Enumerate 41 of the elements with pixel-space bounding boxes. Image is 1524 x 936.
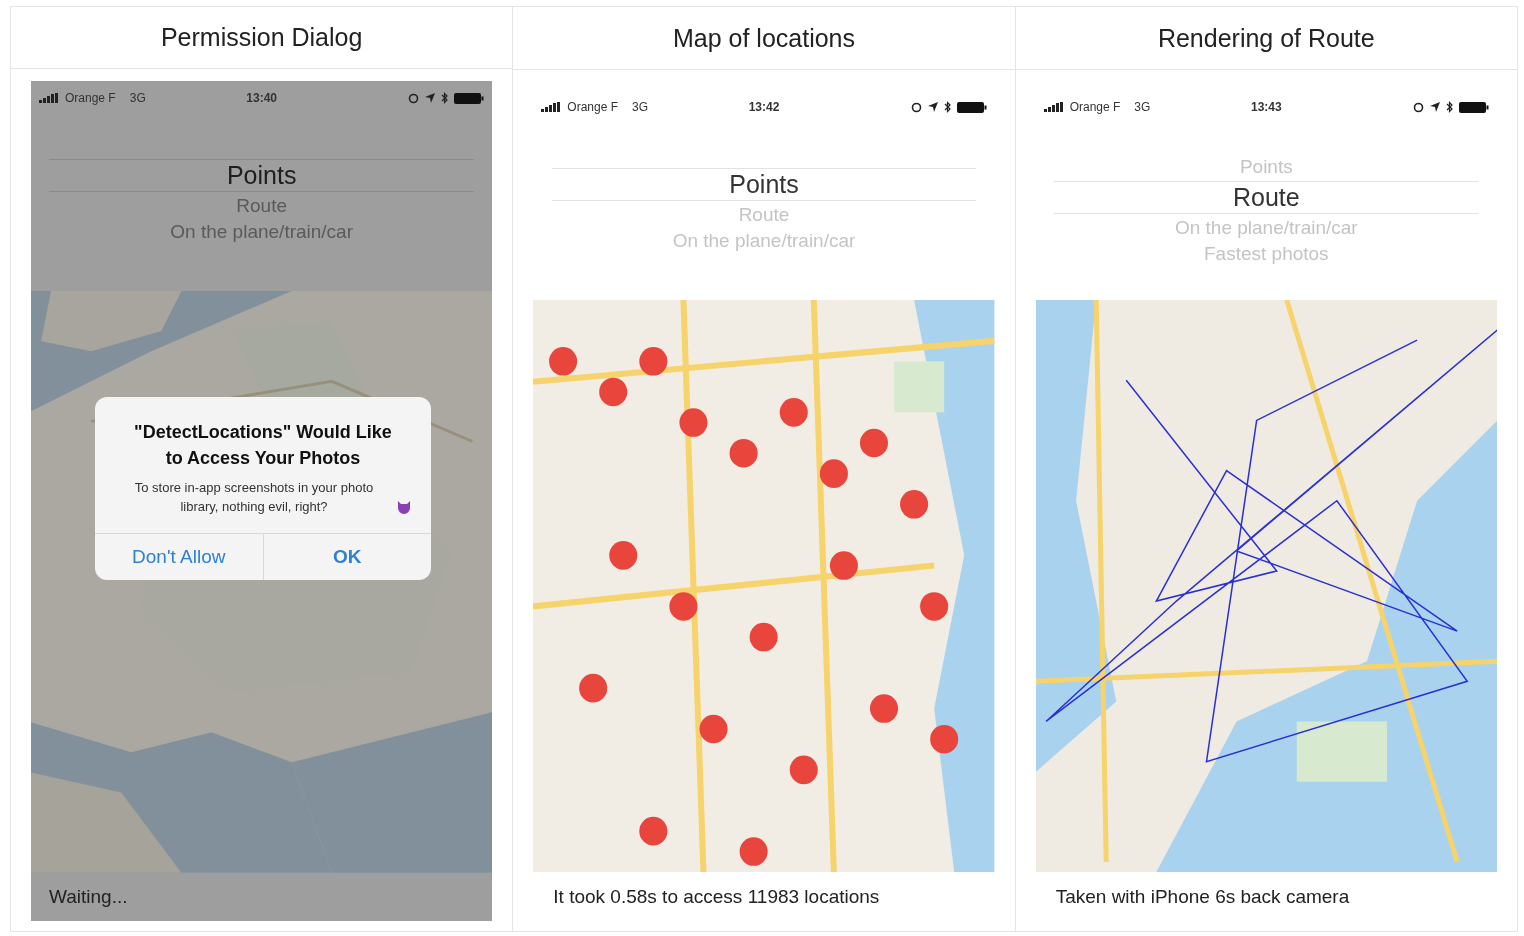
bluetooth-icon xyxy=(943,101,951,113)
network-type: 3G xyxy=(129,91,146,106)
dialog-title: "DetectLocations" Would Like to Access Your Photos xyxy=(133,421,393,471)
carrier-name: Orange F xyxy=(567,100,619,114)
signal-icon xyxy=(541,102,562,112)
picker-item[interactable]: Fastest photos xyxy=(1204,241,1329,266)
carrier-name: Orange F xyxy=(1069,100,1121,114)
devil-icon xyxy=(397,499,411,514)
column-heading: Permission Dialog xyxy=(11,7,513,70)
status-time: 13:40 xyxy=(246,91,277,106)
picker-item[interactable]: Points xyxy=(551,167,977,201)
dialog-message: To store in-app screenshots in your photo library, nothing evil, right? xyxy=(133,478,375,516)
column-heading: Map of locations xyxy=(513,7,1015,70)
signal-icon xyxy=(39,93,59,104)
carrier-name: Orange F xyxy=(65,91,116,106)
location-arrow-icon xyxy=(425,93,436,104)
signal-icon xyxy=(1043,102,1064,112)
battery-icon xyxy=(956,101,987,113)
caption: It took 0.58s to access 11983 locations xyxy=(552,885,881,908)
column-heading: Rendering of Route xyxy=(1015,7,1517,70)
dialog-button[interactable]: OK xyxy=(262,533,431,580)
network-type: 3G xyxy=(1134,100,1151,114)
picker-item[interactable]: Route xyxy=(738,202,790,227)
battery-icon xyxy=(454,92,485,104)
location-arrow-icon xyxy=(927,102,938,112)
location-arrow-icon xyxy=(1430,102,1440,112)
caption: Taken with iPhone 6s back camera xyxy=(1054,885,1351,908)
picker-item[interactable]: On the plane/train/car xyxy=(1174,215,1358,240)
network-type: 3G xyxy=(632,100,649,114)
battery-icon xyxy=(1459,101,1489,113)
picker-item[interactable]: Points xyxy=(49,158,474,192)
status-time: 13:43 xyxy=(1250,100,1282,114)
status-time: 13:42 xyxy=(748,100,780,114)
picker-item[interactable]: On the plane/train/car xyxy=(170,219,353,244)
dialog-button[interactable]: Don't Allow xyxy=(95,533,263,580)
picker-item[interactable]: On the plane/train/car xyxy=(672,228,856,253)
bluetooth-icon xyxy=(1446,101,1453,113)
picker-item[interactable]: Route xyxy=(1054,180,1479,214)
picker-item[interactable]: Points xyxy=(1239,154,1293,179)
picker-item[interactable]: Route xyxy=(236,193,287,218)
bluetooth-icon xyxy=(441,92,449,105)
